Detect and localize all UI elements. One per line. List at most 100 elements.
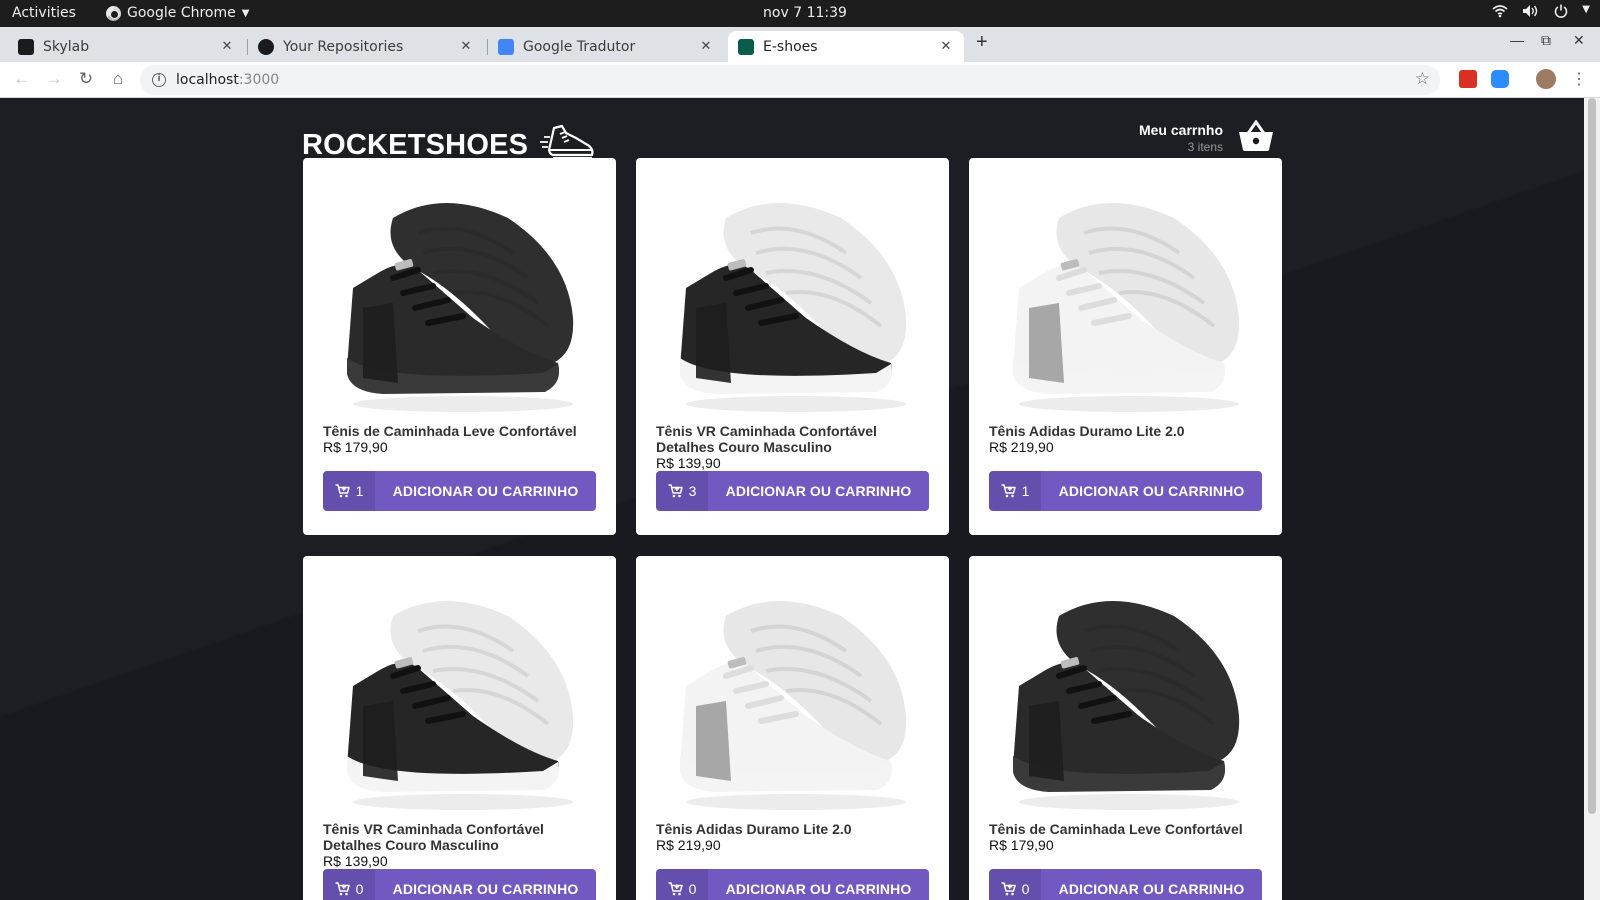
close-icon[interactable]: ✕ bbox=[458, 39, 474, 54]
clock[interactable]: nov 7 11:39 bbox=[760, 5, 850, 21]
power-icon bbox=[1554, 4, 1568, 22]
quantity-value: 0 bbox=[1021, 881, 1030, 897]
product-card: Tênis VR Caminhada Confortável Detalhes … bbox=[303, 556, 616, 900]
product-price: R$ 179,90 bbox=[323, 439, 388, 455]
add-to-cart-button[interactable]: 1 ADICIONAR OU CARRINHO bbox=[323, 471, 596, 511]
zoom-extension-icon[interactable] bbox=[1491, 70, 1509, 88]
cart-count: 3 itens bbox=[1187, 140, 1223, 154]
tab-title: Your Repositories bbox=[283, 38, 404, 55]
product-price: R$ 219,90 bbox=[989, 439, 1054, 455]
close-icon[interactable]: ✕ bbox=[698, 39, 714, 54]
cart-quantity: 3 bbox=[656, 471, 708, 511]
product-name: Tênis de Caminhada Leve Confortável bbox=[323, 423, 577, 439]
site-logo[interactable]: ROCKETSHOES bbox=[302, 124, 596, 162]
info-icon[interactable]: i bbox=[152, 73, 166, 87]
tab-strip: Skylab ✕ Your Repositories ✕ Google Trad… bbox=[0, 27, 1600, 62]
add-to-cart-button[interactable]: 1 ADICIONAR OU CARRINHO bbox=[989, 471, 1262, 511]
system-top-bar: Activities Google Chrome ▼ nov 7 11:39 ▼ bbox=[0, 0, 1600, 27]
add-cart-icon bbox=[335, 484, 350, 498]
add-to-cart-label: ADICIONAR OU CARRINHO bbox=[725, 483, 912, 499]
close-icon[interactable]: ✕ bbox=[219, 39, 235, 54]
cart-label: Meu carrnho bbox=[1138, 122, 1223, 138]
tab-your-repositories[interactable]: Your Repositories ✕ bbox=[248, 31, 484, 62]
new-tab-button[interactable]: + bbox=[976, 31, 988, 54]
scrollbar-thumb[interactable] bbox=[1588, 98, 1596, 814]
back-arrow-icon[interactable]: ← bbox=[11, 69, 33, 89]
reload-icon[interactable]: ↻ bbox=[75, 69, 97, 89]
menu-kebab-icon[interactable]: ⋮ bbox=[1568, 69, 1590, 89]
product-image[interactable] bbox=[989, 576, 1262, 816]
quantity-value: 0 bbox=[355, 881, 364, 897]
add-to-cart-label: ADICIONAR OU CARRINHO bbox=[1058, 483, 1245, 499]
extension-icon[interactable] bbox=[1459, 70, 1477, 88]
app-menu[interactable]: Google Chrome ▼ bbox=[106, 5, 249, 21]
activities-button[interactable]: Activities bbox=[12, 5, 76, 21]
product-name: Tênis VR Caminhada Confortável Detalhes … bbox=[656, 423, 877, 455]
page-scrollbar[interactable] bbox=[1584, 98, 1600, 900]
github-icon bbox=[258, 38, 274, 55]
product-card: Tênis de Caminhada Leve Confortável R$ 1… bbox=[969, 556, 1282, 900]
product-image[interactable] bbox=[323, 178, 596, 418]
product-price: R$ 219,90 bbox=[656, 837, 721, 853]
add-to-cart-label: ADICIONAR OU CARRINHO bbox=[392, 483, 579, 499]
tab-title: E-shoes bbox=[763, 38, 818, 55]
tab-skylab[interactable]: Skylab ✕ bbox=[8, 31, 245, 62]
chrome-icon bbox=[106, 5, 121, 21]
forward-arrow-icon[interactable]: → bbox=[43, 69, 65, 89]
cart-link[interactable]: Meu carrnho 3 itens bbox=[1104, 120, 1284, 160]
product-price: R$ 139,90 bbox=[656, 455, 721, 471]
browser-toolbar: ← → ↻ ⌂ i localhost :3000 ☆ ⋮ bbox=[0, 62, 1600, 98]
add-to-cart-button[interactable]: 3 ADICIONAR OU CARRINHO bbox=[656, 471, 929, 511]
chevron-down-icon: ▼ bbox=[1582, 4, 1590, 15]
product-image[interactable] bbox=[656, 178, 929, 418]
product-card: Tênis Adidas Duramo Lite 2.0 R$ 219,90 1… bbox=[969, 158, 1282, 535]
tab-title: Google Tradutor bbox=[523, 38, 636, 55]
product-image[interactable] bbox=[323, 576, 596, 816]
add-to-cart-label: ADICIONAR OU CARRINHO bbox=[1058, 881, 1245, 897]
product-name: Tênis de Caminhada Leve Confortável bbox=[989, 821, 1243, 837]
product-card: Tênis Adidas Duramo Lite 2.0 R$ 219,90 0… bbox=[636, 556, 949, 900]
add-to-cart-label: ADICIONAR OU CARRINHO bbox=[392, 881, 579, 897]
bookmark-star-icon[interactable]: ☆ bbox=[1415, 69, 1430, 89]
add-cart-icon bbox=[1001, 882, 1016, 896]
page-viewport: ROCKETSHOES Meu carrnho 3 itens Tênis de… bbox=[0, 98, 1584, 900]
profile-avatar[interactable] bbox=[1536, 69, 1556, 89]
address-bar[interactable]: i localhost :3000 ☆ bbox=[140, 65, 1440, 95]
quantity-value: 0 bbox=[688, 881, 697, 897]
cart-quantity: 0 bbox=[989, 869, 1041, 900]
add-cart-icon bbox=[1001, 484, 1016, 498]
add-to-cart-button[interactable]: 0 ADICIONAR OU CARRINHO bbox=[989, 869, 1262, 900]
close-icon[interactable]: ✕ bbox=[938, 39, 954, 54]
url-port: :3000 bbox=[238, 72, 280, 88]
tab-google-tradutor[interactable]: Google Tradutor ✕ bbox=[488, 31, 724, 62]
basket-icon bbox=[1239, 120, 1273, 151]
restore-icon[interactable]: ⧉ bbox=[1541, 32, 1551, 49]
product-image[interactable] bbox=[656, 576, 929, 816]
add-to-cart-button[interactable]: 0 ADICIONAR OU CARRINHO bbox=[323, 869, 596, 900]
system-tray[interactable]: ▼ bbox=[1492, 4, 1590, 22]
home-icon[interactable]: ⌂ bbox=[107, 69, 129, 89]
add-to-cart-button[interactable]: 0 ADICIONAR OU CARRINHO bbox=[656, 869, 929, 900]
minimize-icon[interactable]: — bbox=[1510, 32, 1524, 48]
add-cart-icon bbox=[668, 882, 683, 896]
skylab-icon bbox=[18, 38, 34, 55]
sneaker-logo-icon bbox=[540, 124, 594, 159]
volume-icon bbox=[1522, 4, 1540, 22]
url-host: localhost bbox=[176, 72, 239, 88]
add-cart-icon bbox=[668, 484, 683, 498]
cart-quantity: 1 bbox=[989, 471, 1041, 511]
app-name: Google Chrome bbox=[127, 5, 236, 21]
product-card: Tênis de Caminhada Leve Confortável R$ 1… bbox=[303, 158, 616, 535]
chevron-down-icon: ▼ bbox=[241, 7, 250, 19]
cart-quantity: 0 bbox=[656, 869, 708, 900]
close-window-icon[interactable]: ✕ bbox=[1573, 32, 1585, 49]
tab-e-shoes[interactable]: E-shoes ✕ bbox=[728, 31, 964, 62]
product-price: R$ 179,90 bbox=[989, 837, 1054, 853]
add-to-cart-label: ADICIONAR OU CARRINHO bbox=[725, 881, 912, 897]
product-name: Tênis Adidas Duramo Lite 2.0 bbox=[656, 821, 852, 837]
product-name: Tênis VR Caminhada Confortável Detalhes … bbox=[323, 821, 544, 853]
quantity-value: 1 bbox=[355, 483, 364, 499]
react-icon bbox=[738, 38, 754, 55]
tab-title: Skylab bbox=[43, 38, 90, 55]
product-image[interactable] bbox=[989, 178, 1262, 418]
